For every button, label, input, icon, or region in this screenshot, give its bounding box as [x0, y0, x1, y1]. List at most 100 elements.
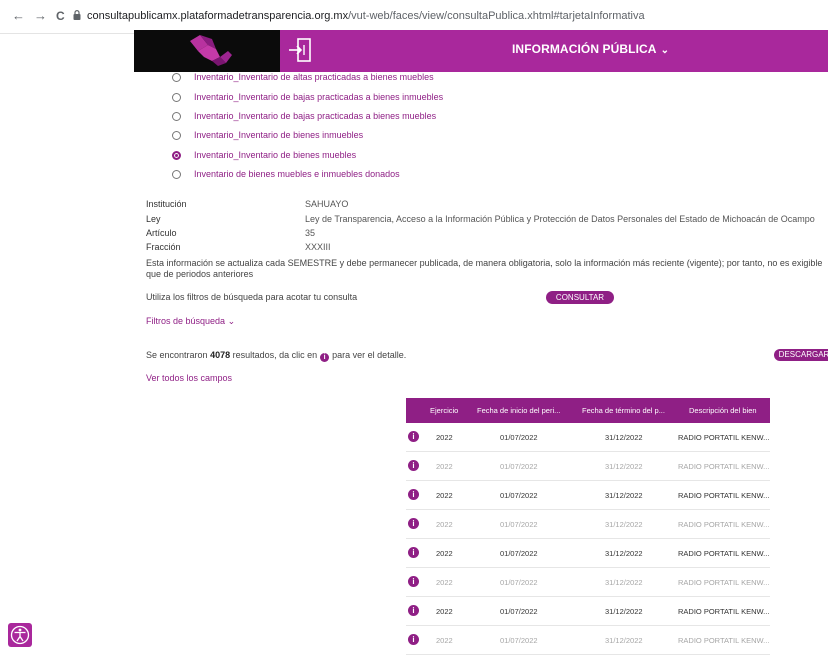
column-fecha-termino[interactable]: Fecha de término del p...	[582, 406, 665, 415]
table-row: i 2022 01/07/2022 31/12/2022 RADIO PORTATIL …	[406, 423, 770, 452]
forward-button[interactable]: →	[34, 8, 47, 24]
cell-descripcion: RADIO PORTATIL KENW...	[678, 462, 770, 471]
update-note: Esta información se actualiza cada SEMES…	[146, 258, 823, 279]
format-option-label: Inventario_Inventario de bajas practicad…	[194, 92, 444, 102]
cell-ejercicio: 2022	[436, 578, 453, 587]
cell-descripcion: RADIO PORTATIL KENW...	[678, 433, 770, 442]
format-option[interactable]: Inventario_Inventario de bajas practicad…	[172, 109, 436, 123]
info-icon[interactable]: i	[408, 605, 419, 616]
radio-unselected[interactable]	[172, 72, 181, 82]
info-icon[interactable]: i	[408, 547, 419, 558]
table-row: i 2022 01/07/2022 31/12/2022 RADIO PORTATIL …	[406, 481, 770, 510]
cell-fecha-inicio: 01/07/2022	[500, 520, 538, 529]
table-header: Ejercicio Fecha de inicio del peri... Fe…	[406, 398, 770, 423]
cell-descripcion: RADIO PORTATIL KENW...	[678, 607, 770, 616]
informacion-publica-menu[interactable]: INFORMACIÓN PÚBLICA ⌄	[512, 42, 669, 56]
filters-hint: Utiliza los filtros de búsqueda para aco…	[146, 292, 358, 302]
info-icon[interactable]: i	[408, 576, 419, 587]
table-row: i 2022 01/07/2022 31/12/2022 RADIO PORTATIL …	[406, 452, 770, 481]
column-ejercicio[interactable]: Ejercicio	[430, 406, 458, 415]
lock-icon	[73, 10, 81, 20]
info-icon[interactable]: i	[408, 431, 419, 442]
cell-fecha-inicio: 01/07/2022	[500, 578, 538, 587]
cell-descripcion: RADIO PORTATIL KENW...	[678, 636, 770, 645]
cell-fecha-termino: 31/12/2022	[605, 520, 643, 529]
accessibility-icon[interactable]	[8, 623, 32, 647]
info-icon[interactable]: i	[408, 518, 419, 529]
cell-ejercicio: 2022	[436, 462, 453, 471]
results-count: 4078	[210, 350, 231, 360]
ley-value: Ley de Transparencia, Acceso a la Inform…	[305, 214, 815, 224]
reload-button[interactable]: C	[56, 8, 65, 24]
format-option-label: Inventario de bienes muebles e inmuebles…	[194, 169, 400, 179]
fraccion-value: XXXIII	[305, 242, 331, 252]
ley-label: Ley	[146, 214, 161, 224]
back-button[interactable]: ←	[12, 8, 25, 24]
cell-descripcion: RADIO PORTATIL KENW...	[678, 549, 770, 558]
cell-ejercicio: 2022	[436, 549, 453, 558]
cell-ejercicio: 2022	[436, 433, 453, 442]
chevron-down-icon: ⌄	[227, 316, 236, 326]
cell-fecha-inicio: 01/07/2022	[500, 636, 538, 645]
cell-descripcion: RADIO PORTATIL KENW...	[678, 520, 770, 529]
browser-toolbar: ← → C consultapublicamx.plataformadetran…	[0, 0, 828, 35]
column-descripcion[interactable]: Descripción del bien	[689, 406, 757, 415]
results-prefix: Se encontraron	[146, 350, 208, 360]
radio-unselected[interactable]	[172, 169, 181, 179]
table-row: i 2022 01/07/2022 31/12/2022 RADIO PORTATIL …	[406, 626, 770, 655]
info-icon[interactable]: i	[408, 634, 419, 645]
url-path: /vut-web/faces/view/consultaPublica.xhtm…	[348, 10, 645, 22]
cell-fecha-termino: 31/12/2022	[605, 549, 643, 558]
info-icon[interactable]: i	[408, 489, 419, 500]
address-bar[interactable]: consultapublicamx.plataformadetransparen…	[87, 10, 645, 22]
cell-ejercicio: 2022	[436, 491, 453, 500]
cell-ejercicio: 2022	[436, 520, 453, 529]
table-row: i 2022 01/07/2022 31/12/2022 RADIO PORTATIL …	[406, 510, 770, 539]
cell-fecha-termino: 31/12/2022	[605, 636, 643, 645]
pnt-logo[interactable]	[186, 33, 236, 67]
cell-fecha-inicio: 01/07/2022	[500, 462, 538, 471]
info-icon[interactable]: i	[408, 460, 419, 471]
cell-fecha-termino: 31/12/2022	[605, 462, 643, 471]
filtros-busqueda-toggle[interactable]: Filtros de búsqueda ⌄	[146, 316, 235, 327]
format-option[interactable]: Inventario_Inventario de bienes inmueble…	[172, 128, 363, 142]
ver-todos-campos-link[interactable]: Ver todos los campos	[146, 373, 232, 383]
column-fecha-inicio[interactable]: Fecha de inicio del peri...	[477, 406, 560, 415]
cell-fecha-inicio: 01/07/2022	[500, 607, 538, 616]
format-option[interactable]: Inventario de bienes muebles e inmuebles…	[172, 167, 400, 181]
info-icon: i	[320, 353, 330, 362]
login-icon[interactable]	[288, 37, 312, 63]
institucion-value: SAHUAYO	[305, 199, 349, 209]
cell-fecha-inicio: 01/07/2022	[500, 433, 538, 442]
format-option-label: Inventario_Inventario de bienes muebles	[194, 150, 357, 160]
cell-fecha-termino: 31/12/2022	[605, 578, 643, 587]
results-summary: Se encontraron 4078 resultados, da clic …	[146, 350, 406, 362]
format-option[interactable]: Inventario_Inventario de altas practicad…	[172, 70, 434, 84]
format-option[interactable]: Inventario_Inventario de bienes muebles	[172, 148, 356, 162]
radio-unselected[interactable]	[172, 92, 181, 102]
format-option-label: Inventario_Inventario de altas practicad…	[194, 72, 434, 82]
cell-ejercicio: 2022	[436, 636, 453, 645]
cell-descripcion: RADIO PORTATIL KENW...	[678, 491, 770, 500]
radio-unselected[interactable]	[172, 130, 181, 140]
format-option-label: Inventario_Inventario de bajas practicad…	[194, 111, 437, 121]
descargar-button[interactable]: DESCARGAR	[774, 349, 828, 361]
results-middle: resultados, da clic en	[232, 350, 318, 360]
table-row: i 2022 01/07/2022 31/12/2022 RADIO PORTATIL …	[406, 539, 770, 568]
format-option[interactable]: Inventario_Inventario de bajas practicad…	[172, 90, 443, 104]
radio-unselected[interactable]	[172, 111, 181, 121]
results-suffix: para ver el detalle.	[332, 350, 407, 360]
consultar-button[interactable]: CONSULTAR	[546, 291, 614, 304]
cell-fecha-termino: 31/12/2022	[605, 433, 643, 442]
table-row: i 2022 01/07/2022 31/12/2022 RADIO PORTATIL …	[406, 597, 770, 626]
institucion-label: Institución	[146, 199, 187, 209]
cell-descripcion: RADIO PORTATIL KENW...	[678, 578, 770, 587]
cell-fecha-termino: 31/12/2022	[605, 607, 643, 616]
table-row: i 2022 01/07/2022 31/12/2022 RADIO PORTATIL …	[406, 568, 770, 597]
cell-fecha-termino: 31/12/2022	[605, 491, 643, 500]
articulo-value: 35	[305, 228, 316, 238]
cell-ejercicio: 2022	[436, 607, 453, 616]
radio-selected[interactable]	[172, 150, 181, 160]
filtros-label: Filtros de búsqueda	[146, 316, 226, 326]
fraccion-label: Fracción	[146, 242, 181, 252]
